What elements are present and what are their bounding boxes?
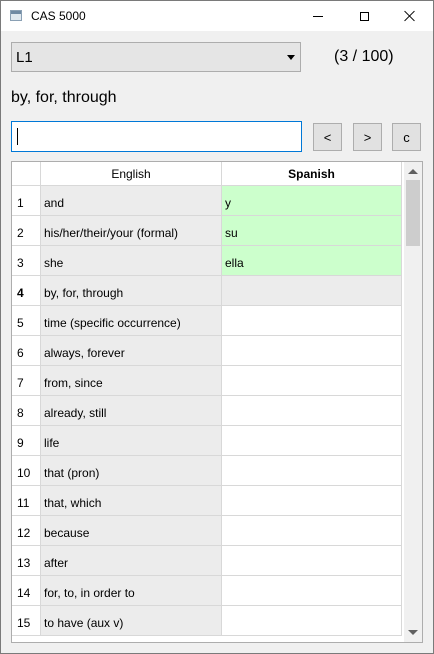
vocabulary-table[interactable]: English Spanish 1 and y 2 his/her/their/your…	[11, 161, 423, 643]
spanish-cell[interactable]	[222, 486, 402, 516]
maximize-icon	[359, 11, 369, 21]
row-number: 3	[12, 246, 41, 276]
english-cell[interactable]: that, which	[41, 486, 222, 516]
row-number: 1	[12, 186, 41, 216]
english-cell[interactable]: time (specific occurrence)	[41, 306, 222, 336]
minimize-button[interactable]	[295, 1, 341, 31]
english-cell[interactable]: after	[41, 546, 222, 576]
spanish-cell[interactable]	[222, 426, 402, 456]
row-number: 4	[12, 276, 41, 306]
row-number: 15	[12, 606, 41, 636]
progress-counter: (3 / 100)	[334, 48, 394, 65]
spanish-cell[interactable]	[222, 366, 402, 396]
table-row[interactable]: 8 already, still	[12, 396, 402, 426]
english-cell[interactable]: his/her/their/your (formal)	[41, 216, 222, 246]
table-row[interactable]: 2 his/her/their/your (formal) su	[12, 216, 402, 246]
english-cell[interactable]: always, forever	[41, 336, 222, 366]
answer-input[interactable]	[11, 121, 302, 152]
table-row[interactable]: 9 life	[12, 426, 402, 456]
row-number: 8	[12, 396, 41, 426]
english-cell[interactable]: to have (aux v)	[41, 606, 222, 636]
row-number: 2	[12, 216, 41, 246]
row-number: 9	[12, 426, 41, 456]
table-row[interactable]: 4 by, for, through	[12, 276, 402, 306]
row-number: 12	[12, 516, 41, 546]
table-row[interactable]: 1 and y	[12, 186, 402, 216]
row-number: 14	[12, 576, 41, 606]
title-bar[interactable]: CAS 5000	[1, 1, 433, 31]
table-row[interactable]: 13 after	[12, 546, 402, 576]
app-window: CAS 5000 L1 (3 / 100) by, for, through <…	[0, 0, 434, 654]
english-cell[interactable]: because	[41, 516, 222, 546]
column-header-english[interactable]: English	[41, 162, 222, 186]
table-corner	[12, 162, 41, 186]
list-select[interactable]: L1	[11, 42, 301, 72]
table-row[interactable]: 6 always, forever	[12, 336, 402, 366]
english-cell[interactable]: life	[41, 426, 222, 456]
table-row[interactable]: 11 that, which	[12, 486, 402, 516]
minimize-icon	[313, 15, 323, 17]
previous-button[interactable]: <	[313, 123, 342, 151]
spanish-cell[interactable]	[222, 546, 402, 576]
spanish-cell[interactable]	[222, 306, 402, 336]
table-row[interactable]: 3 she ella	[12, 246, 402, 276]
chevron-down-icon	[287, 55, 295, 60]
english-cell[interactable]: and	[41, 186, 222, 216]
english-cell[interactable]: for, to, in order to	[41, 576, 222, 606]
row-number: 10	[12, 456, 41, 486]
spanish-cell[interactable]	[222, 396, 402, 426]
spanish-cell[interactable]	[222, 516, 402, 546]
scrollbar-thumb[interactable]	[406, 180, 420, 246]
spanish-cell[interactable]	[222, 606, 402, 636]
spanish-cell[interactable]: su	[222, 216, 402, 246]
table-row[interactable]: 7 from, since	[12, 366, 402, 396]
spanish-cell[interactable]: ella	[222, 246, 402, 276]
close-icon	[404, 10, 416, 22]
table-row[interactable]: 12 because	[12, 516, 402, 546]
english-cell[interactable]: that (pron)	[41, 456, 222, 486]
table-row[interactable]: 10 that (pron)	[12, 456, 402, 486]
row-number: 6	[12, 336, 41, 366]
vertical-scrollbar[interactable]	[404, 162, 422, 642]
spanish-cell[interactable]	[222, 456, 402, 486]
column-header-spanish[interactable]: Spanish	[222, 162, 402, 186]
spanish-cell[interactable]: y	[222, 186, 402, 216]
window-title: CAS 5000	[31, 9, 86, 23]
spanish-cell[interactable]	[222, 276, 402, 306]
table-row[interactable]: 15 to have (aux v)	[12, 606, 402, 636]
app-icon	[10, 10, 22, 21]
scroll-up-icon[interactable]	[408, 169, 418, 174]
english-cell[interactable]: she	[41, 246, 222, 276]
scroll-down-icon[interactable]	[408, 630, 418, 635]
clear-button[interactable]: c	[392, 123, 421, 151]
english-cell[interactable]: from, since	[41, 366, 222, 396]
row-number: 7	[12, 366, 41, 396]
spanish-cell[interactable]	[222, 576, 402, 606]
prompt-text: by, for, through	[11, 89, 117, 106]
close-button[interactable]	[387, 1, 433, 31]
table-row[interactable]: 14 for, to, in order to	[12, 576, 402, 606]
next-button[interactable]: >	[353, 123, 382, 151]
text-caret	[17, 128, 18, 145]
row-number: 5	[12, 306, 41, 336]
table-row[interactable]: 5 time (specific occurrence)	[12, 306, 402, 336]
english-cell[interactable]: by, for, through	[41, 276, 222, 306]
maximize-button[interactable]	[341, 1, 387, 31]
row-number: 11	[12, 486, 41, 516]
spanish-cell[interactable]	[222, 336, 402, 366]
row-number: 13	[12, 546, 41, 576]
list-select-value: L1	[16, 49, 33, 66]
english-cell[interactable]: already, still	[41, 396, 222, 426]
